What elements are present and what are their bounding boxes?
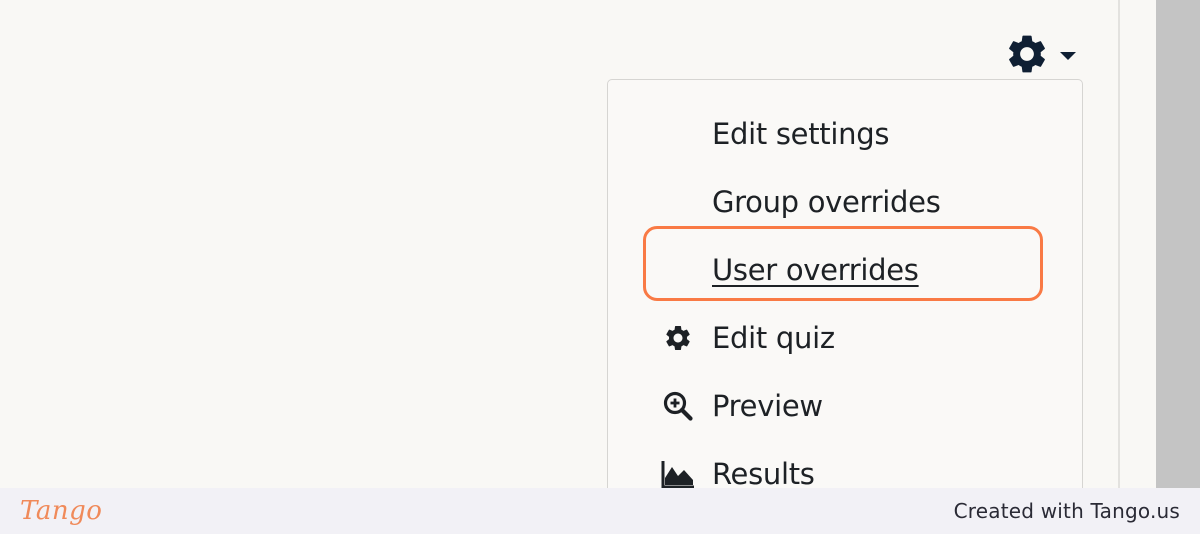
zoom-in-icon <box>658 386 698 426</box>
menu-item-edit-quiz[interactable]: Edit quiz <box>608 308 1084 368</box>
tango-logo[interactable]: Tango <box>20 496 102 526</box>
menu-item-user-overrides[interactable]: User overrides <box>608 240 1084 300</box>
menu-item-label: User overrides <box>712 253 919 287</box>
caret-down-icon <box>1060 52 1076 60</box>
menu-item-label: Results <box>712 457 815 491</box>
gear-icon <box>658 318 698 358</box>
menu-item-label: Edit settings <box>712 117 890 151</box>
menu-item-edit-settings[interactable]: Edit settings <box>608 104 1084 164</box>
gear-icon <box>1009 35 1045 73</box>
menu-item-group-overrides[interactable]: Group overrides <box>608 172 1084 232</box>
menu-item-label: Preview <box>712 389 823 423</box>
scrollbar[interactable] <box>1156 0 1200 488</box>
footer-bar: Tango Created with Tango.us <box>0 488 1200 534</box>
menu-item-label: Edit quiz <box>712 321 835 355</box>
menu-item-preview[interactable]: Preview <box>608 376 1084 436</box>
actions-dropdown-menu: Edit settings Group overrides User overr… <box>607 79 1083 509</box>
actions-menu-button[interactable] <box>1004 30 1090 78</box>
page-margin <box>1120 0 1156 488</box>
menu-item-label: Group overrides <box>712 185 941 219</box>
footer-credit[interactable]: Created with Tango.us <box>954 499 1180 523</box>
